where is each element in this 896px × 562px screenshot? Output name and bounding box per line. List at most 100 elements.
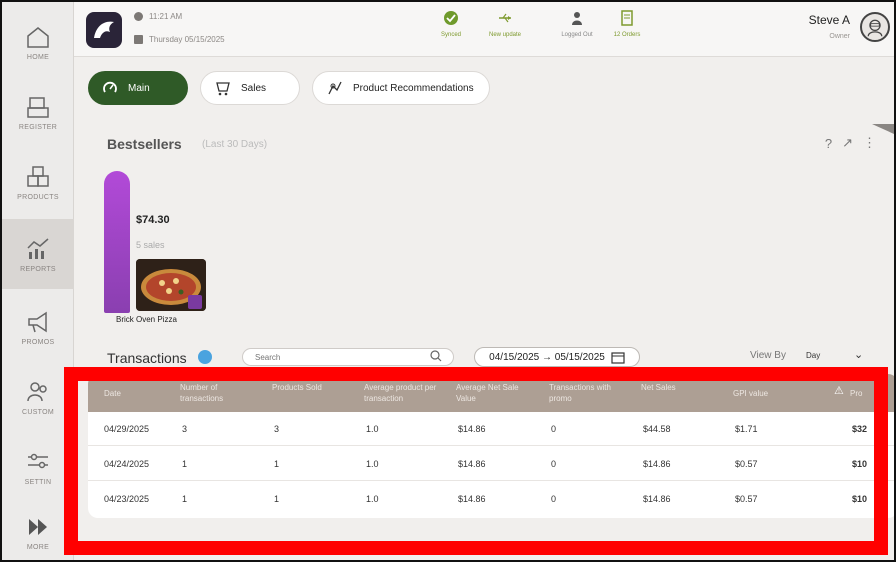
current-time: 11:21 AM [149,12,183,21]
info-icon[interactable] [198,350,212,364]
tab-label: Product Recommendations [353,82,474,94]
table-cell: 3 [274,424,280,434]
table-row[interactable]: 04/29/2025 3 3 1.0 $14.86 0 $44.58 $1.71… [88,412,894,446]
table-row[interactable]: 04/24/2025 1 1 1.0 $14.86 0 $14.86 $0.57… [88,447,894,481]
sidebar-item-promos[interactable]: PROMOS [2,292,74,362]
megaphone-icon [28,311,47,332]
sidebar-item-home[interactable]: HOME [2,7,74,77]
user-name[interactable]: Steve A [809,13,850,27]
status-update[interactable]: New update [470,10,540,38]
more-icon [29,518,47,535]
sidebar-item-more[interactable]: MORE [2,497,74,560]
tab-sales[interactable]: Sales [200,71,300,105]
clock: 11:21 AM [134,12,182,21]
corner-indicator [872,124,894,134]
bestseller-name: Brick Oven Pizza [116,315,177,324]
status-label: New update [488,32,522,38]
sidebar-item-products[interactable]: PRODUCTS [2,147,74,217]
table-cell: 0 [551,494,557,504]
home-icon [27,26,49,48]
table-cell: $0.57 [735,459,758,469]
sliders-icon [28,453,48,468]
column-header[interactable]: Pro [850,388,862,399]
table-cell: $1.71 [735,424,758,434]
table-cell: 1 [274,459,280,469]
bestsellers-subtitle: (Last 30 Days) [202,139,268,150]
bestsellers-actions: ? ↗ ⋮ [825,135,876,151]
status-orders[interactable]: 12 Orders [592,10,662,38]
sidebar-item-label: REGISTER [18,123,58,131]
sidebar-item-label: PROMOS [21,338,55,346]
sidebar-item-label: HOME [26,53,50,61]
sidebar: HOME REGISTER PRODUCTS REPORTS PROMOS CU… [2,2,74,560]
app-logo [86,12,122,48]
table-cell: $14.86 [643,459,671,469]
app-frame: HOME REGISTER PRODUCTS REPORTS PROMOS CU… [0,0,896,562]
recommendation-icon [328,81,342,95]
table-cell: $14.86 [643,494,671,504]
date-range-value: 04/15/2025 → 05/15/2025 [489,351,605,363]
transactions-title: Transactions [107,350,187,366]
bestseller-sales-count: 5 sales [136,240,165,250]
search-icon[interactable] [430,350,442,362]
status-label: Logged Out [561,32,593,38]
pizza-image [136,259,206,311]
table-cell: $14.86 [458,424,486,434]
sidebar-item-label: CUSTOM [21,408,54,416]
date: Thursday 05/15/2025 [134,35,225,44]
more-options-icon[interactable]: ⋮ [863,135,876,151]
column-header[interactable]: Average product per transaction [364,382,444,404]
table-header: Date Number of transactions Products Sol… [88,374,894,412]
warning-icon: ⚠ [834,385,844,397]
column-header[interactable]: Number of transactions [180,382,250,404]
tab-main[interactable]: Main [88,71,188,105]
sidebar-item-reports[interactable]: REPORTS [2,219,74,289]
table-row[interactable]: 04/23/2025 1 1 1.0 $14.86 0 $14.86 $0.57… [88,482,894,516]
status-label: 12 Orders [613,32,641,38]
bestseller-value: $74.30 [136,214,170,226]
date-range-picker[interactable]: 04/15/2025 → 05/15/2025 [474,347,640,367]
bestseller-bar[interactable] [104,171,130,313]
table-cell: $10 [852,494,868,504]
chevron-down-icon[interactable]: ⌄ [854,348,863,361]
open-external-icon[interactable]: ↗ [842,135,853,151]
table-cell: $0.57 [735,494,758,504]
column-header[interactable]: Net Sales [641,382,681,393]
column-header[interactable]: GPI value [733,388,768,399]
help-icon[interactable]: ? [825,136,832,151]
tab-label: Sales [241,82,267,94]
column-header[interactable]: Date [104,388,121,399]
bestsellers-title: Bestsellers [107,136,182,152]
customers-icon [27,381,47,401]
table-cell: 1.0 [366,459,379,469]
search-input[interactable] [242,348,454,366]
calendar-icon [611,352,625,364]
register-icon [27,96,49,118]
table-cell: 1.0 [366,424,379,434]
table-cell: 1 [274,494,280,504]
person-icon [572,12,582,25]
sidebar-item-customers[interactable]: CUSTOM [2,362,74,432]
table-cell: 04/24/2025 [104,459,150,469]
column-header[interactable]: Average Net Sale Value [456,382,526,404]
products-icon [27,165,49,187]
transactions-table: Date Number of transactions Products Sol… [88,374,894,518]
sidebar-item-settings[interactable]: SETTIN [2,432,74,502]
table-cell: $44.58 [643,424,671,434]
table-cell: $32 [852,424,868,434]
column-header[interactable]: Products Sold [272,382,322,393]
avatar[interactable] [860,12,890,42]
table-cell: 1 [182,494,188,504]
column-header[interactable]: Transactions with promo [549,382,613,404]
table-cell: $14.86 [458,459,486,469]
sidebar-item-register[interactable]: REGISTER [2,77,74,147]
table-cell: 04/23/2025 [104,494,150,504]
sidebar-item-label: MORE [26,543,50,551]
current-date: Thursday 05/15/2025 [149,35,225,44]
sidebar-item-label: PRODUCTS [17,193,59,201]
calendar-icon [134,35,143,44]
table-cell: 1 [182,459,188,469]
view-by-select[interactable]: Day [806,351,820,360]
table-cell: 1.0 [366,494,379,504]
tab-product-recommendations[interactable]: Product Recommendations [312,71,490,105]
